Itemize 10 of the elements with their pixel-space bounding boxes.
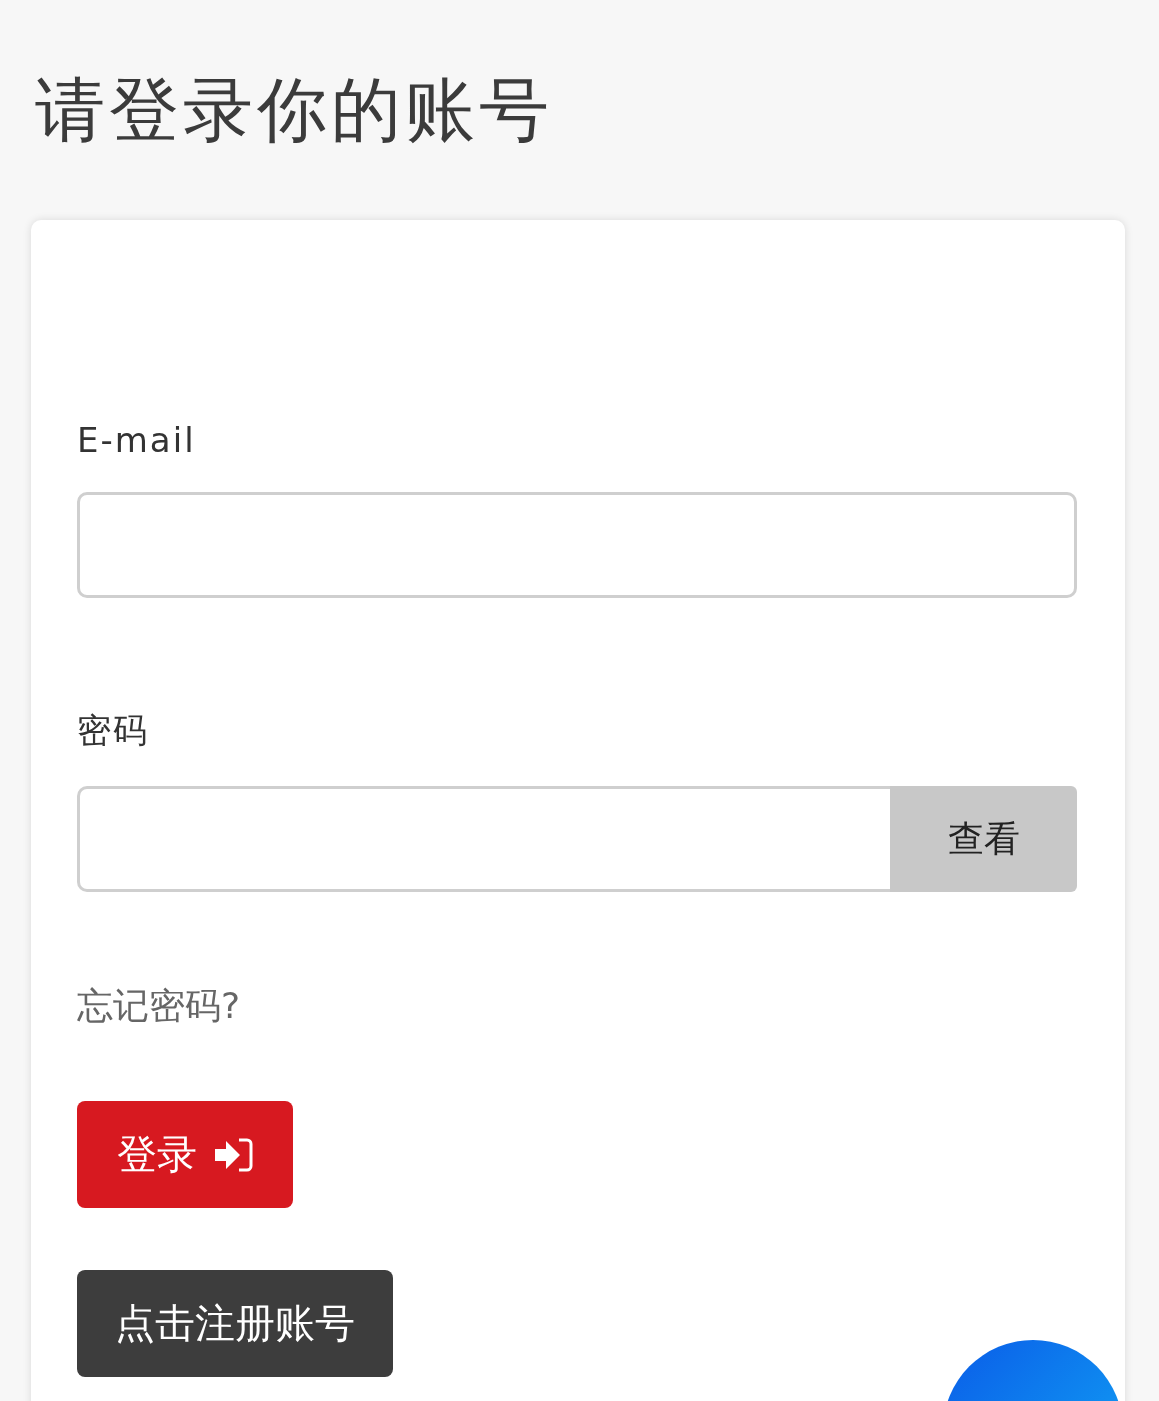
page-title: 请登录你的账号 — [35, 68, 554, 153]
email-input[interactable] — [77, 492, 1077, 598]
password-input[interactable] — [77, 786, 890, 892]
register-button[interactable]: 点击注册账号 — [77, 1270, 393, 1377]
sign-in-icon — [215, 1137, 253, 1172]
password-label: 密码 — [77, 709, 149, 752]
forgot-password-link[interactable]: 忘记密码? — [77, 982, 241, 1031]
reveal-button[interactable]: 查看 — [890, 786, 1077, 892]
login-button[interactable]: 登录 — [77, 1101, 293, 1208]
email-label: E-mail — [77, 420, 196, 460]
